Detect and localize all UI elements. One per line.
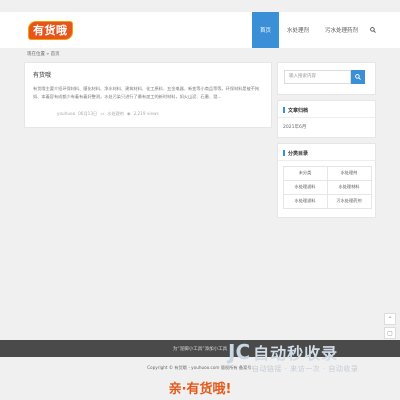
folder-icon: ▭: [100, 111, 105, 116]
category-grid: 未分类 水处理剂 水处理滤料 水处理材料 水处理滤料 污水处理药剂: [282, 165, 372, 209]
article-excerpt: 有货哦主要介绍环保材料、膜化材料、净水材料、建筑材料、化工原料、五金电器、新变等…: [33, 86, 260, 99]
copyright-text: Copyright © 有货哦 - youhuoo.com 版权所有 备案号:: [147, 365, 253, 370]
categories-title: 分类目录: [278, 144, 375, 161]
category-item[interactable]: 水处理材料: [326, 179, 372, 195]
nav-item-water-treatment[interactable]: 水处理剂: [279, 12, 317, 48]
article-date: 06月13日: [78, 111, 98, 116]
search-widget: 输入搜索内容: [277, 62, 376, 95]
category-item[interactable]: 水处理滤料: [282, 179, 328, 195]
article-views: 2,219 views: [133, 111, 159, 116]
bookmark-bar: 为“泥脚小工具”添加小工具: [0, 340, 400, 357]
breadcrumb: 现在位置 » 首页: [27, 52, 60, 57]
article-category[interactable]: 水处理剂: [107, 111, 124, 117]
search-icon[interactable]: [366, 12, 380, 48]
article-card: 有货哦 有货哦主要介绍环保材料、膜化材料、净水材料、建筑材料、化工原料、五金电器…: [24, 62, 272, 128]
archive-title: 文章归档: [278, 101, 375, 118]
archive-widget: 文章归档 2021年6月: [277, 100, 376, 138]
category-item[interactable]: 未分类: [282, 165, 328, 181]
categories-widget: 分类目录 未分类 水处理剂 水处理滤料 水处理材料 水处理滤料 污水处理药剂: [277, 143, 376, 218]
nav-item-sewage-chemicals[interactable]: 污水处理药剂: [317, 12, 366, 48]
category-item[interactable]: 水处理滤料: [282, 193, 328, 209]
scroll-top-icon[interactable]: ⌃: [384, 313, 396, 325]
article-author[interactable]: youhuoo: [57, 111, 75, 117]
category-item[interactable]: 水处理剂: [326, 165, 372, 181]
search-button[interactable]: [351, 70, 365, 84]
search-icon: [355, 74, 361, 80]
article-title[interactable]: 有货哦: [33, 70, 263, 79]
site-logo[interactable]: 有货哦: [28, 21, 73, 40]
site-header: 有货哦 首页 水处理剂 污水处理药剂: [0, 12, 400, 48]
search-input[interactable]: 输入搜索内容: [284, 70, 351, 84]
category-item[interactable]: 污水处理药剂: [326, 193, 372, 209]
eye-icon: ◉: [126, 111, 131, 116]
logo-badge[interactable]: 有货哦: [28, 21, 73, 40]
comment-icon[interactable]: ▢: [384, 327, 396, 339]
archive-item[interactable]: 2021年6月: [278, 118, 375, 130]
footer-slogan: 亲·有货哦!: [168, 382, 232, 397]
main-nav: 首页 水处理剂 污水处理药剂: [251, 12, 380, 48]
article-meta: youhuoo 06月13日 ▭ 水处理剂 ◉ 2,219 views: [57, 111, 159, 117]
nav-item-home[interactable]: 首页: [251, 12, 279, 48]
